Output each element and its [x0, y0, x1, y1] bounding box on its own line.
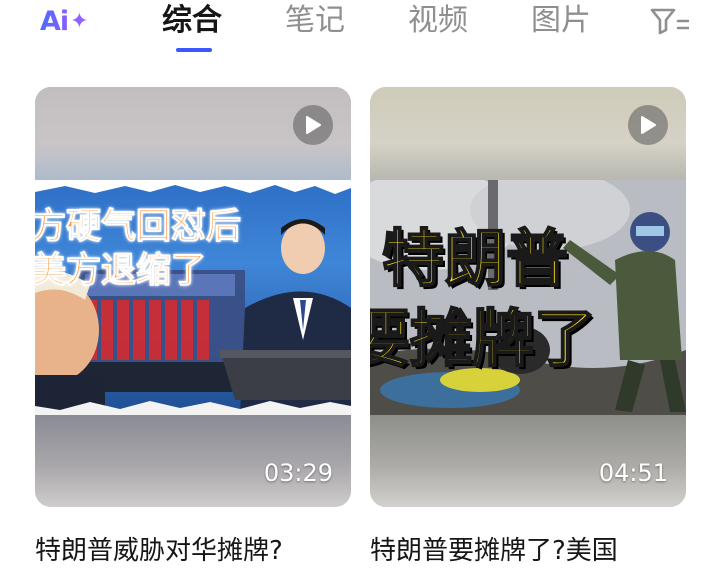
video-card[interactable]: 特朗普 要摊牌了 04:51 [370, 87, 686, 507]
video-title[interactable]: 特朗普威胁对华摊牌? [35, 533, 351, 569]
video-duration: 03:29 [263, 459, 333, 487]
video-thumbnail: 方硬气回怼后 美方退缩了 [35, 180, 351, 415]
search-tab-bar: Ai ✦ 综合 笔记 视频 图片 [0, 0, 706, 64]
video-thumbnail: 特朗普 要摊牌了 [370, 180, 686, 415]
thumbnail-headline-2: 美方退缩了 [35, 251, 207, 292]
sparkle-icon: ✦ [70, 8, 88, 34]
tab-videos[interactable]: 视频 [408, 2, 468, 40]
tab-images[interactable]: 图片 [531, 2, 591, 40]
active-tab-indicator [176, 48, 212, 52]
play-button[interactable] [628, 105, 668, 145]
play-icon [306, 116, 321, 134]
video-duration: 04:51 [598, 459, 668, 487]
thumbnail-headline-1: 特朗普 [381, 221, 569, 296]
ai-logo-text: Ai [40, 5, 69, 37]
video-title[interactable]: 特朗普要摊牌了?美国 [370, 533, 700, 569]
tab-notes[interactable]: 笔记 [285, 2, 345, 40]
video-card[interactable]: 方硬气回怼后 美方退缩了 03:29 [35, 87, 351, 507]
filter-icon[interactable] [649, 6, 689, 36]
ai-assistant-button[interactable]: Ai ✦ [40, 4, 89, 38]
thumbnail-headline-2: 要摊牌了 [370, 301, 597, 376]
play-button[interactable] [293, 105, 333, 145]
play-icon [641, 116, 656, 134]
tab-comprehensive[interactable]: 综合 [162, 2, 222, 40]
